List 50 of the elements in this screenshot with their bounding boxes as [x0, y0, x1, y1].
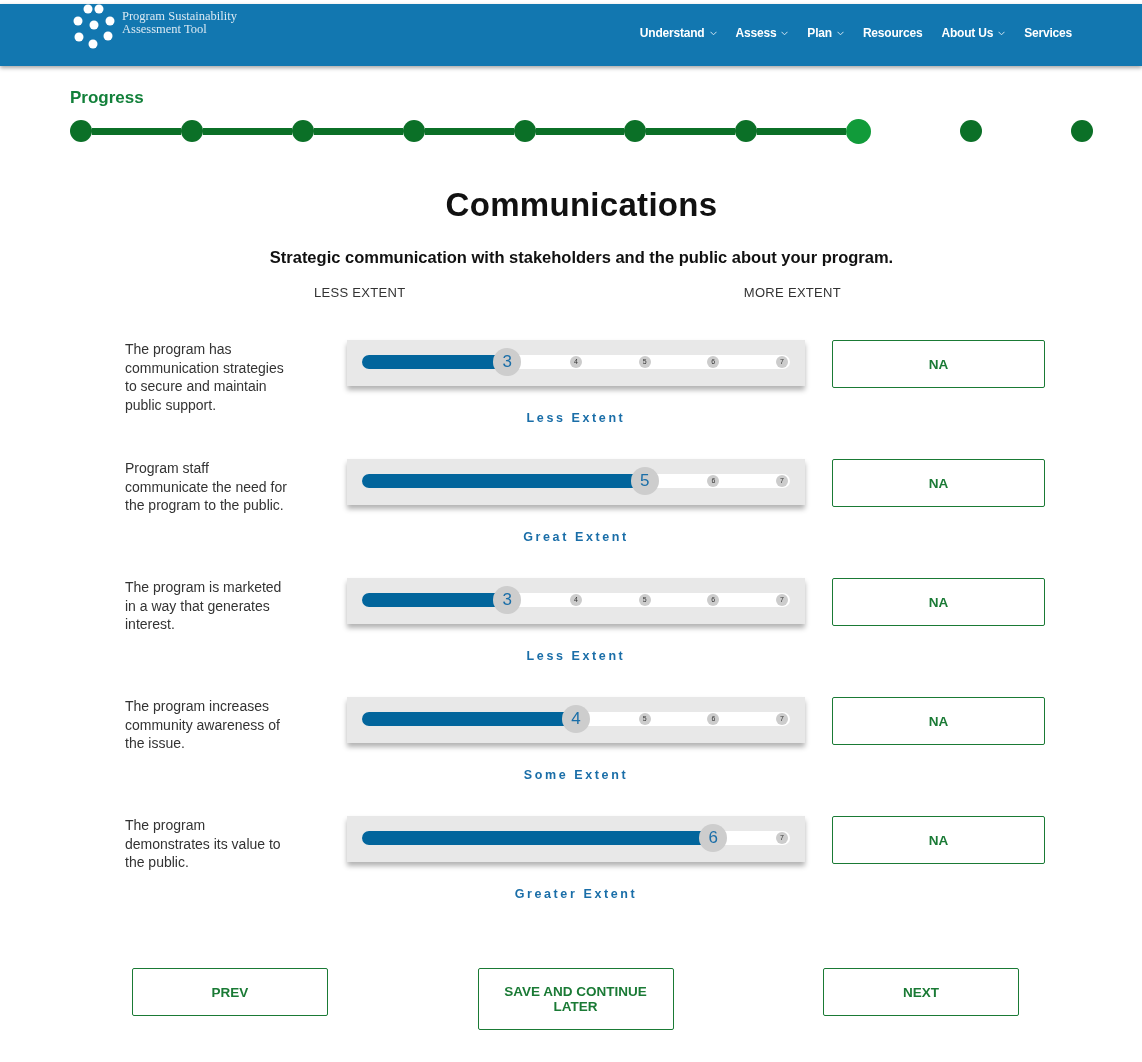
na-button[interactable]: NA	[832, 459, 1045, 507]
nav-button[interactable]: SAVE AND CONTINUE LATER	[477, 968, 674, 1030]
progress-step[interactable]	[70, 120, 92, 142]
answer-label: Less Extent	[526, 411, 626, 425]
answer-label: Greater Extent	[514, 887, 638, 901]
progress-step[interactable]	[402, 120, 425, 142]
question-text: The program increases community awareness of the issue.	[125, 697, 281, 753]
nav-link[interactable]: Plan	[807, 26, 844, 40]
slider-thumb[interactable]: 3	[493, 586, 522, 614]
caret-icon	[836, 30, 844, 36]
nav-button[interactable]: PREV	[132, 968, 328, 1016]
nav-link[interactable]: Services	[1024, 26, 1072, 40]
section-title: Communications	[444, 186, 719, 224]
scale-low-label: LESS EXTENT	[314, 285, 406, 300]
site-name[interactable]: Program Sustainability Assessment Tool	[122, 4, 237, 36]
nav-link[interactable]: Understand	[639, 26, 717, 40]
progress-step[interactable]	[846, 118, 872, 144]
slider-thumb[interactable]: 3	[493, 348, 522, 376]
nav-link[interactable]: Assess	[735, 26, 789, 40]
na-button[interactable]: NA	[832, 578, 1045, 626]
question-text: The program has communication strategies to secure and maintain public support.	[125, 340, 285, 414]
progress-step[interactable]	[960, 120, 983, 142]
slider-thumb[interactable]: 5	[630, 467, 659, 495]
caret-icon	[998, 30, 1006, 36]
na-button[interactable]: NA	[832, 697, 1045, 745]
logo-icon	[72, 4, 116, 50]
na-button[interactable]: NA	[832, 816, 1045, 864]
progress-step[interactable]	[735, 120, 758, 142]
nav-button[interactable]: NEXT	[823, 968, 1019, 1016]
question-text: Program staff communicate the need for the program to the public.	[125, 459, 288, 515]
answer-label: Great Extent	[523, 530, 629, 544]
nav-link[interactable]: Resources	[862, 26, 923, 40]
caret-icon	[709, 30, 717, 36]
progress-step[interactable]	[291, 120, 314, 142]
progress-title: Progress	[70, 88, 145, 108]
caret-icon	[781, 30, 789, 36]
progress-step[interactable]	[1071, 120, 1093, 142]
answer-label: Less Extent	[526, 649, 626, 663]
slider-thumb[interactable]: 4	[562, 705, 590, 733]
progress-step[interactable]	[513, 120, 536, 142]
nav-link[interactable]: About Us	[941, 26, 1006, 40]
scale-high-label: MORE EXTENT	[743, 285, 841, 300]
slider-thumb[interactable]: 6	[699, 824, 728, 852]
question-text: The program demonstrates its value to the public.	[125, 816, 282, 872]
progress-step[interactable]	[624, 120, 647, 142]
section-description: Strategic communication with stakeholders and the public about your program.	[268, 248, 895, 267]
answer-label: Some Extent	[523, 768, 629, 782]
question-text: The program is marketed in a way that generates interest.	[125, 578, 283, 634]
na-button[interactable]: NA	[832, 340, 1045, 388]
progress-step[interactable]	[180, 120, 203, 142]
